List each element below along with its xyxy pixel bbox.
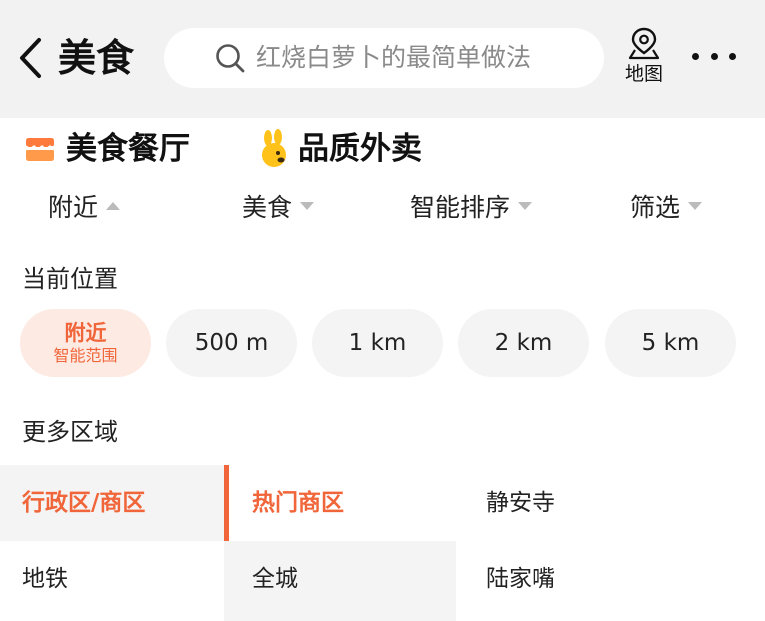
- tab-food-restaurant-label: 美食餐厅: [66, 131, 190, 167]
- caret-down-icon: [300, 202, 315, 210]
- chip-nearby-label: 附近: [64, 321, 107, 345]
- area-list-column: 静安寺 陆家嘴: [456, 465, 765, 621]
- chip-nearby-sublabel: 智能范围: [53, 346, 118, 365]
- filter-nearby-label: 附近: [48, 193, 99, 222]
- shop-icon: [25, 138, 55, 161]
- filter-nearby[interactable]: 附近: [48, 186, 121, 226]
- area-lujiazui[interactable]: 陆家嘴: [486, 563, 555, 595]
- chip-1km-label: 1 km: [348, 330, 407, 356]
- distance-chip-500m[interactable]: 500 m: [166, 309, 297, 377]
- distance-chip-nearby[interactable]: 附近 智能范围: [20, 309, 151, 377]
- distance-chip-5km[interactable]: 5 km: [605, 309, 736, 377]
- more-dot-icon: [692, 52, 699, 60]
- search-icon: [216, 44, 245, 73]
- tab-label: 美食餐厅: [66, 127, 190, 171]
- top-header: 美食 红烧白萝卜的最简单做法 地图: [0, 0, 765, 118]
- more-menu-button[interactable]: [692, 38, 736, 74]
- search-input[interactable]: 红烧白萝卜的最简单做法: [164, 28, 604, 88]
- area-selector-panel: 行政区/商区 地铁 热门商区 全城 静安寺 陆家嘴: [0, 465, 765, 621]
- chevron-left-icon: [20, 38, 41, 78]
- caret-down-icon: [518, 202, 533, 210]
- area-jingansi[interactable]: 静安寺: [486, 487, 555, 519]
- chip-2km-label: 2 km: [494, 330, 553, 356]
- caret-down-icon: [688, 202, 703, 210]
- active-indicator-bar: [224, 465, 229, 541]
- caret-up-icon: [106, 202, 121, 210]
- filter-bar: 附近 美食 智能排序 筛选: [0, 182, 765, 228]
- area-subcategory-column: 热门商区 全城: [224, 465, 456, 621]
- tab-food-restaurant[interactable]: 美食餐厅: [24, 124, 190, 174]
- tab-quality-delivery-label: 品质外卖: [298, 131, 422, 167]
- map-label: 地图: [624, 63, 663, 85]
- more-dot-icon: [710, 52, 718, 60]
- tab-quality-delivery[interactable]: 品质外卖: [258, 124, 422, 174]
- kangaroo-mascot-icon: [262, 129, 286, 167]
- chip-500m-label: 500 m: [194, 330, 269, 356]
- more-dot-icon: [729, 52, 736, 60]
- filter-food-label: 美食: [242, 193, 293, 222]
- page-title: 美食: [58, 36, 135, 80]
- map-pin-icon: [628, 27, 660, 60]
- filter-screen[interactable]: 筛选: [630, 186, 703, 226]
- category-district-business[interactable]: 行政区/商区: [22, 487, 145, 519]
- subcategory-hot-business[interactable]: 热门商区: [252, 487, 344, 519]
- distance-chip-2km[interactable]: 2 km: [458, 309, 589, 377]
- distance-chip-1km[interactable]: 1 km: [312, 309, 443, 377]
- back-button[interactable]: [10, 32, 50, 84]
- current-position-title: 当前位置: [22, 265, 118, 293]
- search-placeholder: 红烧白萝卜的最简单做法: [256, 43, 532, 72]
- subcategory-whole-city[interactable]: 全城: [252, 563, 298, 595]
- category-metro[interactable]: 地铁: [22, 563, 68, 595]
- area-category-column: 行政区/商区 地铁: [0, 465, 224, 621]
- filter-screen-label: 筛选: [630, 193, 681, 222]
- filter-food[interactable]: 美食: [242, 186, 315, 226]
- filter-smart-sort[interactable]: 智能排序: [410, 186, 533, 226]
- map-button[interactable]: 地图: [620, 26, 668, 88]
- chip-5km-label: 5 km: [641, 330, 700, 356]
- more-areas-title: 更多区域: [22, 418, 118, 446]
- filter-smart-sort-label: 智能排序: [410, 193, 511, 222]
- category-tabs: 美食餐厅 品质外卖: [0, 118, 765, 182]
